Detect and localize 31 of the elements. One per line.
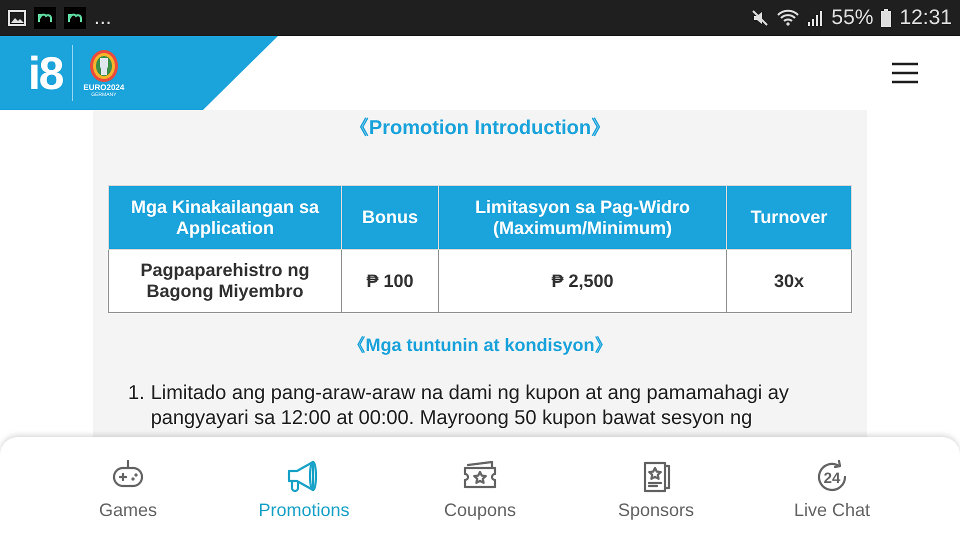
section-title: 《Mga tuntunin at kondisyon》 <box>346 334 614 357</box>
app-icon <box>64 7 86 29</box>
column-header: Turnover <box>726 186 852 250</box>
menu-button[interactable] <box>892 62 918 84</box>
table-cell: Pagpaparehistro ng Bagong Miyembro <box>108 250 342 312</box>
app-icon <box>34 7 56 29</box>
section-title: 《Promotion Introduction》 <box>348 116 612 141</box>
battery-level: 55% <box>831 6 874 30</box>
column-header: Bonus <box>342 186 438 250</box>
mute-icon <box>751 9 770 27</box>
signal-icon <box>807 9 824 27</box>
column-header: Mga Kinakailangan sa Application <box>108 186 342 250</box>
battery-icon <box>881 9 892 27</box>
nav-tab[interactable]: Coupons <box>400 437 560 540</box>
list-number: 1. <box>128 381 145 406</box>
event-title: EURO2024 <box>83 82 124 92</box>
table-cell: ₱ 100 <box>342 250 438 312</box>
wifi-icon <box>777 9 800 27</box>
clock: 12:31 <box>899 6 952 30</box>
nav-tab[interactable]: 24 Live Chat <box>752 437 912 540</box>
more-notifications: ... <box>94 6 112 30</box>
table-cell: ₱ 2,500 <box>438 250 726 312</box>
image-icon <box>8 10 26 26</box>
nav-tab[interactable]: Games <box>48 437 208 540</box>
table-cell: 30x <box>726 250 852 312</box>
menu-icon <box>892 62 918 84</box>
nav-tab[interactable]: Promotions <box>224 437 384 540</box>
trophy-emblem-icon <box>88 48 119 82</box>
nav-tab[interactable]: Sponsors <box>576 437 736 540</box>
term-text: Limitado ang pang-araw-araw na dami ng kupon at ang pamamahagi ay pangyayari sa 12:00 at 00:00. Mayroong 50 kupon bawat sesyon ng <box>150 381 790 431</box>
column-header: Limitasyon sa Pag-Widro (Maximum/Minimum) <box>438 186 726 250</box>
